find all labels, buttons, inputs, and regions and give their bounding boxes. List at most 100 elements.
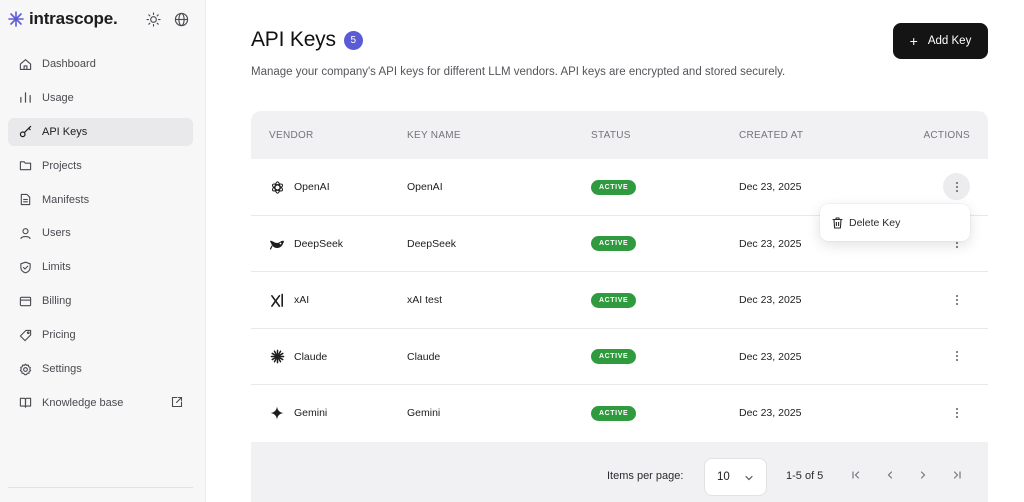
user-icon bbox=[18, 226, 32, 240]
sidebar-item-settings[interactable]: Settings bbox=[8, 355, 193, 383]
document-icon bbox=[18, 193, 32, 207]
status-cell: ACTIVE bbox=[591, 216, 637, 272]
sidebar-item-label: API Keys bbox=[42, 125, 88, 138]
vendor-cell: Gemini bbox=[269, 385, 327, 441]
vendor-cell: Claude bbox=[269, 329, 327, 385]
deepseek-icon bbox=[269, 236, 285, 252]
row-actions-button[interactable] bbox=[943, 286, 970, 313]
vendor-cell: xAI bbox=[269, 272, 309, 328]
sidebar-item-label: Limits bbox=[42, 261, 71, 274]
sidebar-item-label: Billing bbox=[42, 295, 72, 308]
app-name: intrascope. bbox=[29, 9, 118, 28]
status-badge: ACTIVE bbox=[591, 405, 637, 421]
home-icon bbox=[18, 57, 32, 71]
delete-key-menu-item[interactable]: Delete Key bbox=[820, 204, 970, 241]
status-badge: ACTIVE bbox=[591, 236, 637, 251]
column-header-actions: ACTIONS bbox=[923, 130, 970, 141]
key-name-cell: OpenAI bbox=[407, 181, 443, 193]
trash-icon bbox=[831, 216, 843, 229]
first-page-icon[interactable] bbox=[849, 468, 863, 482]
status-cell: ACTIVE bbox=[591, 272, 637, 328]
sidebar-item-usage[interactable]: Usage bbox=[8, 84, 193, 112]
add-key-button[interactable]: + Add Key bbox=[893, 23, 988, 59]
sidebar-item-label: Dashboard bbox=[42, 58, 96, 70]
sidebar-item-pricing[interactable]: Pricing bbox=[8, 321, 193, 349]
page-subtitle: Manage your company's API keys for diffe… bbox=[251, 66, 786, 78]
chevron-down-icon bbox=[744, 473, 754, 483]
bar-chart-icon bbox=[18, 91, 32, 105]
table-body: OpenAI OpenAI ACTIVE Dec 23, 2025 DeepSe… bbox=[251, 159, 988, 442]
table-row: Claude Claude ACTIVE Dec 23, 2025 bbox=[251, 328, 988, 385]
sidebar-item-billing[interactable]: Billing bbox=[8, 287, 193, 315]
top-icons bbox=[145, 11, 189, 27]
last-page-icon[interactable] bbox=[950, 468, 964, 482]
table-row: xAI xAI test ACTIVE Dec 23, 2025 bbox=[251, 272, 988, 329]
sidebar-item-users[interactable]: Users bbox=[8, 219, 193, 247]
plus-icon: + bbox=[909, 33, 918, 49]
sidebar-item-knowledge-base[interactable]: Knowledge base bbox=[8, 389, 193, 417]
status-cell: ACTIVE bbox=[591, 329, 637, 385]
sidebar-divider bbox=[8, 487, 193, 488]
sidebar-item-dashboard[interactable]: Dashboard bbox=[8, 50, 193, 78]
status-cell: ACTIVE bbox=[591, 385, 637, 441]
row-actions-button[interactable] bbox=[943, 173, 970, 200]
vendor-name: Gemini bbox=[294, 407, 328, 419]
sidebar-item-label: Users bbox=[42, 227, 71, 240]
status-badge: ACTIVE bbox=[591, 349, 637, 364]
status-cell: ACTIVE bbox=[591, 159, 637, 215]
logo-icon bbox=[8, 11, 24, 27]
previous-page-icon[interactable] bbox=[883, 468, 897, 482]
table-row: Gemini Gemini ACTIVE Dec 23, 2025 bbox=[251, 385, 988, 442]
sidebar-item-manifests[interactable]: Manifests bbox=[8, 186, 193, 214]
vendor-name: OpenAI bbox=[294, 181, 330, 193]
sidebar-item-label: Knowledge base bbox=[42, 396, 124, 409]
key-name-cell: DeepSeek bbox=[407, 237, 457, 250]
key-name-cell: Claude bbox=[407, 350, 441, 363]
items-per-page-select[interactable]: 10 bbox=[704, 458, 767, 496]
row-actions-button[interactable] bbox=[943, 399, 970, 426]
sidebar-item-projects[interactable]: Projects bbox=[8, 152, 193, 180]
gear-icon bbox=[18, 362, 32, 376]
key-icon bbox=[18, 125, 32, 139]
external-link-icon bbox=[171, 396, 183, 408]
items-per-page-label: Items per page: bbox=[607, 470, 684, 482]
xai-icon bbox=[269, 292, 285, 308]
sidebar-item-label: Usage bbox=[42, 91, 74, 104]
sun-icon[interactable] bbox=[145, 11, 161, 27]
count-badge: 5 bbox=[343, 30, 363, 50]
table-header: VENDOR KEY NAME STATUS CREATED AT ACTION… bbox=[251, 111, 988, 159]
created-at-cell: Dec 23, 2025 bbox=[739, 407, 802, 419]
book-icon bbox=[18, 396, 32, 410]
status-badge: ACTIVE bbox=[591, 292, 637, 308]
created-at-cell: Dec 23, 2025 bbox=[739, 237, 802, 250]
claude-icon bbox=[269, 349, 285, 365]
created-at-cell: Dec 23, 2025 bbox=[739, 294, 802, 306]
page-range: 1-5 of 5 bbox=[786, 470, 824, 482]
sidebar-item-api-keys[interactable]: API Keys bbox=[8, 117, 193, 146]
page-title: API Keys bbox=[251, 28, 336, 51]
sidebar-item-label: Pricing bbox=[42, 329, 76, 342]
vendor-name: DeepSeek bbox=[294, 237, 344, 250]
delete-key-label: Delete Key bbox=[849, 216, 901, 229]
created-at-cell: Dec 23, 2025 bbox=[739, 181, 802, 193]
globe-icon[interactable] bbox=[173, 11, 189, 27]
column-header-vendor: VENDOR bbox=[269, 130, 314, 141]
column-header-key-name: KEY NAME bbox=[407, 130, 461, 141]
status-badge: ACTIVE bbox=[591, 179, 637, 195]
sidebar-item-label: Manifests bbox=[42, 193, 90, 206]
column-header-status: STATUS bbox=[591, 130, 631, 141]
brand[interactable]: intrascope. bbox=[8, 8, 118, 30]
sidebar-item-limits[interactable]: Limits bbox=[8, 253, 193, 281]
row-actions-button[interactable] bbox=[943, 343, 970, 370]
vendor-cell: DeepSeek bbox=[269, 216, 343, 272]
gemini-icon bbox=[269, 405, 285, 421]
items-per-page-value: 10 bbox=[717, 471, 730, 483]
folder-icon bbox=[18, 159, 32, 173]
credit-card-icon bbox=[18, 294, 32, 308]
pagination: Items per page: 10 1-5 of 5 bbox=[251, 442, 988, 502]
tag-icon bbox=[18, 328, 32, 342]
next-page-icon[interactable] bbox=[916, 468, 930, 482]
vendor-cell: OpenAI bbox=[269, 159, 330, 215]
sidebar-item-label: Projects bbox=[42, 159, 82, 172]
vendor-name: xAI bbox=[294, 294, 310, 306]
